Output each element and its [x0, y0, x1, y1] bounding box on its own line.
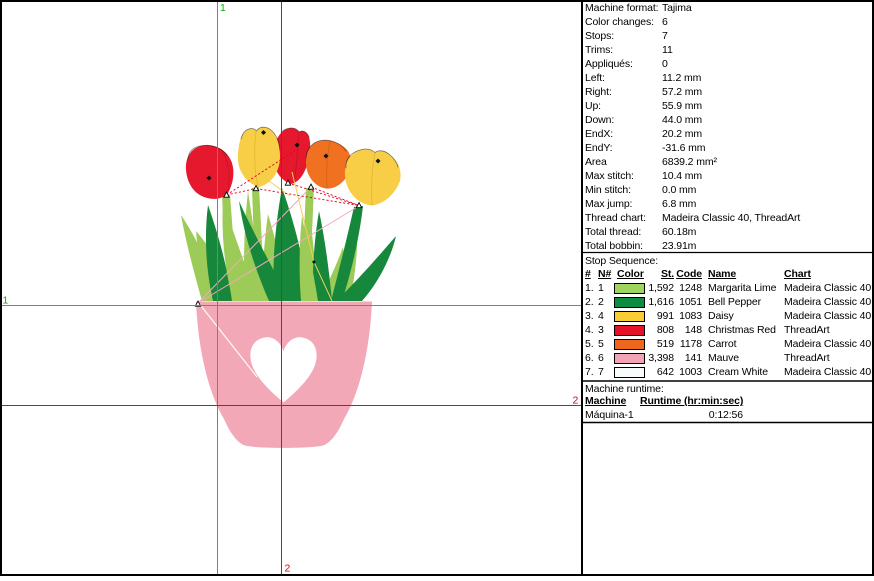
svg-text:1: 1 [3, 295, 9, 307]
svg-text:2: 2 [285, 563, 291, 575]
svg-text:1: 1 [220, 2, 226, 14]
svg-text:2: 2 [573, 395, 579, 407]
